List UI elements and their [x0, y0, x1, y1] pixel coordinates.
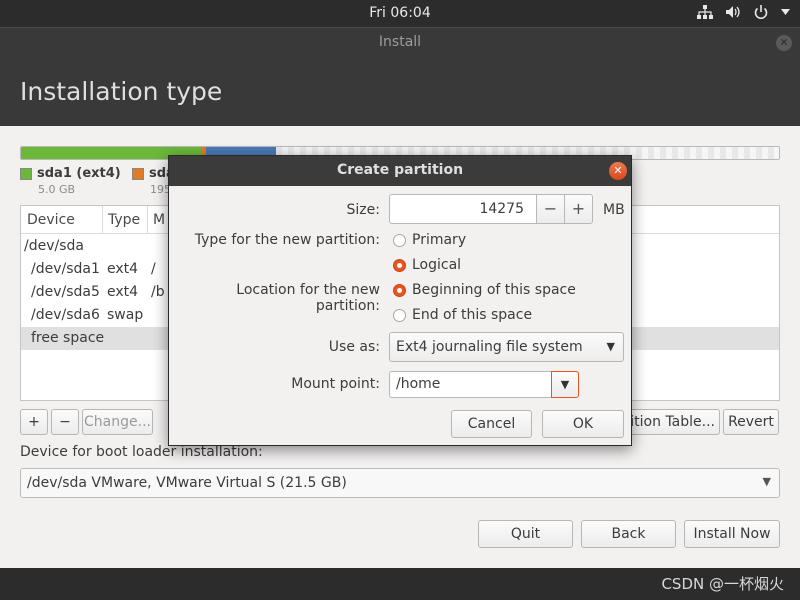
- partition-type-label: Type for the new partition:: [194, 232, 380, 248]
- plus-icon: +: [28, 414, 40, 430]
- radio-button: [393, 283, 406, 297]
- change-partition-button[interactable]: Change...: [82, 409, 153, 435]
- radio-label: Beginning of this space: [412, 282, 576, 298]
- ok-button[interactable]: OK: [542, 410, 624, 438]
- boot-loader-select[interactable]: /dev/sda VMware, VMware Virtual S (21.5 …: [20, 468, 780, 498]
- page-title: Installation type: [20, 77, 223, 106]
- create-partition-dialog: Create partition ✕ Size: 14275 − + MB Ty…: [168, 155, 632, 446]
- legend-item: sda1 (ext4) 5.0 GB: [20, 166, 121, 196]
- legend-label: sda1 (ext4): [37, 166, 121, 181]
- back-button[interactable]: Back: [581, 520, 676, 548]
- chevron-down-icon[interactable]: [781, 9, 790, 15]
- system-tray: [697, 4, 790, 20]
- cell-device: /dev/sda6: [31, 307, 100, 323]
- mount-point-input[interactable]: /home: [389, 371, 551, 398]
- column-header-device[interactable]: Device: [27, 212, 75, 228]
- size-input[interactable]: 14275: [389, 194, 537, 224]
- cell-type: ext4: [107, 261, 139, 277]
- legend-swatch: [20, 167, 32, 180]
- mount-point-value: /home: [396, 376, 441, 392]
- clock[interactable]: Fri 06:04: [0, 5, 800, 21]
- watermark: CSDN @一杯烟火: [661, 575, 784, 593]
- dialog-title: Create partition: [336, 162, 464, 178]
- new-partition-table-button[interactable]: ition Table...: [620, 409, 720, 435]
- cell-device: free space: [31, 330, 105, 346]
- boot-loader-label: Device for boot loader installation:: [20, 444, 263, 460]
- plus-icon: +: [571, 199, 586, 218]
- close-icon: ✕: [779, 36, 789, 49]
- boot-loader-value: /dev/sda VMware, VMware Virtual S (21.5 …: [27, 475, 347, 491]
- cell-mount: /: [151, 261, 156, 277]
- radio-logical[interactable]: Logical: [393, 257, 461, 273]
- column-header-mount[interactable]: M: [153, 212, 165, 228]
- power-icon[interactable]: [753, 4, 769, 20]
- cancel-button[interactable]: Cancel: [451, 410, 532, 438]
- install-now-button[interactable]: Install Now: [684, 520, 780, 548]
- use-as-value: Ext4 journaling file system: [396, 339, 583, 355]
- cell-mount: /b: [151, 284, 165, 300]
- cell-type: ext4: [107, 284, 139, 300]
- window-titlebar: Install ✕: [0, 27, 800, 57]
- use-as-label: Use as:: [328, 339, 380, 355]
- radio-button: [393, 308, 406, 322]
- minus-icon: −: [543, 199, 558, 218]
- page-header: Installation type: [0, 57, 800, 126]
- column-header-type[interactable]: Type: [108, 212, 140, 228]
- dialog-close-button[interactable]: ✕: [609, 162, 627, 180]
- radio-label: Logical: [412, 257, 462, 273]
- top-panel: Fri 06:04: [0, 0, 800, 27]
- chevron-down-icon: ▼: [606, 340, 615, 353]
- network-icon[interactable]: [697, 5, 713, 19]
- legend-swatch: [132, 167, 144, 180]
- window-title: Install: [378, 34, 422, 50]
- radio-label: End of this space: [412, 307, 533, 323]
- size-label: Size:: [346, 202, 380, 218]
- bottom-strip: CSDN @一杯烟火: [0, 568, 800, 600]
- radio-button: [393, 258, 406, 272]
- use-as-select[interactable]: Ext4 journaling file system ▼: [389, 332, 624, 362]
- size-unit: MB: [603, 202, 625, 218]
- revert-button[interactable]: Revert: [723, 409, 779, 435]
- chevron-down-icon: ▼: [762, 475, 771, 488]
- add-partition-button[interactable]: +: [20, 409, 48, 435]
- chevron-down-icon: ▼: [560, 378, 570, 391]
- mount-point-label: Mount point:: [291, 376, 380, 392]
- radio-label: Primary: [412, 232, 467, 248]
- radio-button: [393, 233, 406, 247]
- window-close-button[interactable]: ✕: [776, 35, 792, 51]
- volume-icon[interactable]: [725, 5, 741, 19]
- size-value: 14275: [479, 201, 524, 217]
- cell-type: swap: [107, 307, 144, 323]
- legend-size: 5.0 GB: [38, 183, 76, 196]
- cell-device: /dev/sda5: [31, 284, 100, 300]
- partition-location-label: Location for the new partition:: [236, 282, 380, 314]
- mount-point-dropdown-button[interactable]: ▼: [551, 371, 579, 398]
- minus-icon: −: [59, 414, 71, 430]
- close-icon: ✕: [613, 164, 623, 177]
- radio-end[interactable]: End of this space: [393, 307, 532, 323]
- size-decrement-button[interactable]: −: [536, 194, 565, 224]
- cell-device: /dev/sda: [24, 238, 84, 254]
- size-increment-button[interactable]: +: [564, 194, 593, 224]
- cell-device: /dev/sda1: [31, 261, 100, 277]
- dialog-titlebar: Create partition ✕: [169, 156, 631, 186]
- radio-beginning[interactable]: Beginning of this space: [393, 282, 576, 298]
- quit-button[interactable]: Quit: [478, 520, 573, 548]
- radio-primary[interactable]: Primary: [393, 232, 466, 248]
- remove-partition-button[interactable]: −: [51, 409, 79, 435]
